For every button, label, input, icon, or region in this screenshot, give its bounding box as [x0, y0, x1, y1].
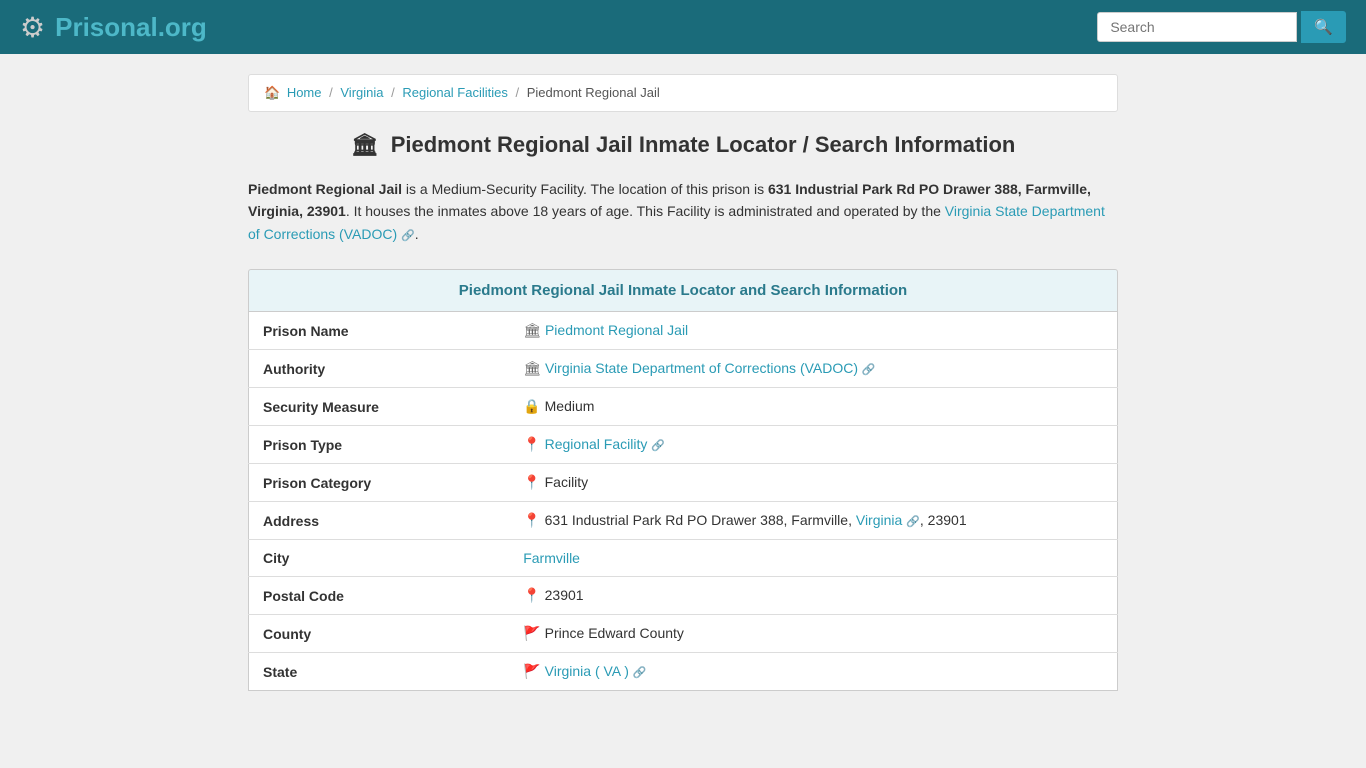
ext-icon: 🔗	[651, 440, 665, 452]
cell-icon: 🏛	[523, 322, 541, 338]
logo-icon: ⚙	[20, 11, 45, 44]
table-row: State 🚩 Virginia ( VA ) 🔗	[249, 653, 1118, 691]
cell-link[interactable]: Virginia ( VA )	[545, 663, 629, 679]
table-row: Postal Code 📍 23901	[249, 577, 1118, 615]
table-row: Address📍631 Industrial Park Rd PO Drawer…	[249, 502, 1118, 540]
desc-part2: . It houses the inmates above 18 years o…	[346, 203, 945, 219]
cell-icon: 🚩	[523, 663, 540, 679]
cell-icon: 🔒	[523, 398, 540, 414]
main-content: 🏠 Home / Virginia / Regional Facilities …	[233, 54, 1133, 711]
table-label: County	[249, 615, 510, 653]
breadcrumb-regional-facilities[interactable]: Regional Facilities	[402, 85, 508, 100]
table-value: 📍 23901	[509, 577, 1117, 615]
logo-area: ⚙ Prisonal.org	[20, 11, 207, 44]
search-area: 🔍	[1097, 11, 1346, 43]
table-label: Authority	[249, 350, 510, 388]
ext-icon: 🔗	[633, 667, 647, 679]
home-icon: 🏠	[264, 85, 280, 100]
cell-link[interactable]: Farmville	[523, 550, 580, 566]
table-value: 📍 Regional Facility 🔗	[509, 426, 1117, 464]
cell-icon: 📍	[523, 436, 540, 452]
cell-link[interactable]: Regional Facility	[545, 436, 648, 452]
breadcrumb-home[interactable]: Home	[287, 85, 322, 100]
table-label: Address	[249, 502, 510, 540]
cell-link[interactable]: Virginia State Department of Corrections…	[545, 360, 858, 376]
prison-name-bold: Piedmont Regional Jail	[248, 181, 402, 197]
table-row: City Farmville	[249, 540, 1118, 577]
table-value: 🚩 Virginia ( VA ) 🔗	[509, 653, 1117, 691]
table-label: Security Measure	[249, 388, 510, 426]
section-header: Piedmont Regional Jail Inmate Locator an…	[248, 269, 1118, 312]
table-value: Farmville	[509, 540, 1117, 577]
virginia-link[interactable]: Virginia	[856, 512, 902, 528]
page-title: 🏛 Piedmont Regional Jail Inmate Locator …	[248, 132, 1118, 158]
cell-icon: 📍	[523, 587, 540, 603]
table-value: 🔒 Medium	[509, 388, 1117, 426]
search-icon: 🔍	[1314, 19, 1333, 36]
cell-icon: 🚩	[523, 625, 540, 641]
cell-text: 23901	[545, 587, 584, 603]
table-value: 🚩 Prince Edward County	[509, 615, 1117, 653]
table-value: 📍631 Industrial Park Rd PO Drawer 388, F…	[509, 502, 1117, 540]
table-row: County 🚩 Prince Edward County	[249, 615, 1118, 653]
table-row: Security Measure 🔒 Medium	[249, 388, 1118, 426]
cell-text: Prince Edward County	[545, 625, 684, 641]
desc-part1: is a Medium-Security Facility. The locat…	[402, 181, 768, 197]
table-row: Prison Category 📍 Facility	[249, 464, 1118, 502]
ext-icon: 🔗	[862, 364, 876, 376]
breadcrumb-current: Piedmont Regional Jail	[527, 85, 660, 100]
table-label: Prison Category	[249, 464, 510, 502]
table-value: 🏛Piedmont Regional Jail	[509, 312, 1117, 350]
cell-text: Facility	[545, 474, 589, 490]
table-label: Prison Type	[249, 426, 510, 464]
search-button[interactable]: 🔍	[1301, 11, 1346, 43]
search-input[interactable]	[1097, 12, 1297, 42]
logo-text: Prisonal.org	[55, 12, 207, 43]
breadcrumb: 🏠 Home / Virginia / Regional Facilities …	[248, 74, 1118, 112]
logo-prisonal: Prisonal	[55, 12, 158, 42]
table-label: City	[249, 540, 510, 577]
map-icon: 🔗	[906, 516, 920, 528]
cell-icon: 📍	[523, 512, 540, 528]
prison-title-icon: 🏛	[351, 132, 379, 157]
table-label: State	[249, 653, 510, 691]
logo-dot-org: .org	[158, 12, 207, 42]
site-header: ⚙ Prisonal.org 🔍	[0, 0, 1366, 54]
cell-icon: 📍	[523, 474, 540, 490]
table-row: Prison Name🏛Piedmont Regional Jail	[249, 312, 1118, 350]
table-value: 📍 Facility	[509, 464, 1117, 502]
table-row: Prison Type 📍 Regional Facility 🔗	[249, 426, 1118, 464]
info-table: Prison Name🏛Piedmont Regional JailAuthor…	[248, 312, 1118, 691]
cell-link[interactable]: Piedmont Regional Jail	[545, 322, 688, 338]
table-label: Prison Name	[249, 312, 510, 350]
table-row: Authority🏛Virginia State Department of C…	[249, 350, 1118, 388]
table-label: Postal Code	[249, 577, 510, 615]
breadcrumb-virginia[interactable]: Virginia	[340, 85, 383, 100]
cell-text: Medium	[545, 398, 595, 414]
table-value: 🏛Virginia State Department of Correction…	[509, 350, 1117, 388]
desc-part3: .	[415, 226, 419, 242]
description-text: Piedmont Regional Jail is a Medium-Secur…	[248, 178, 1118, 245]
ext-link-icon: 🔗	[401, 230, 415, 242]
cell-icon: 🏛	[523, 360, 541, 376]
